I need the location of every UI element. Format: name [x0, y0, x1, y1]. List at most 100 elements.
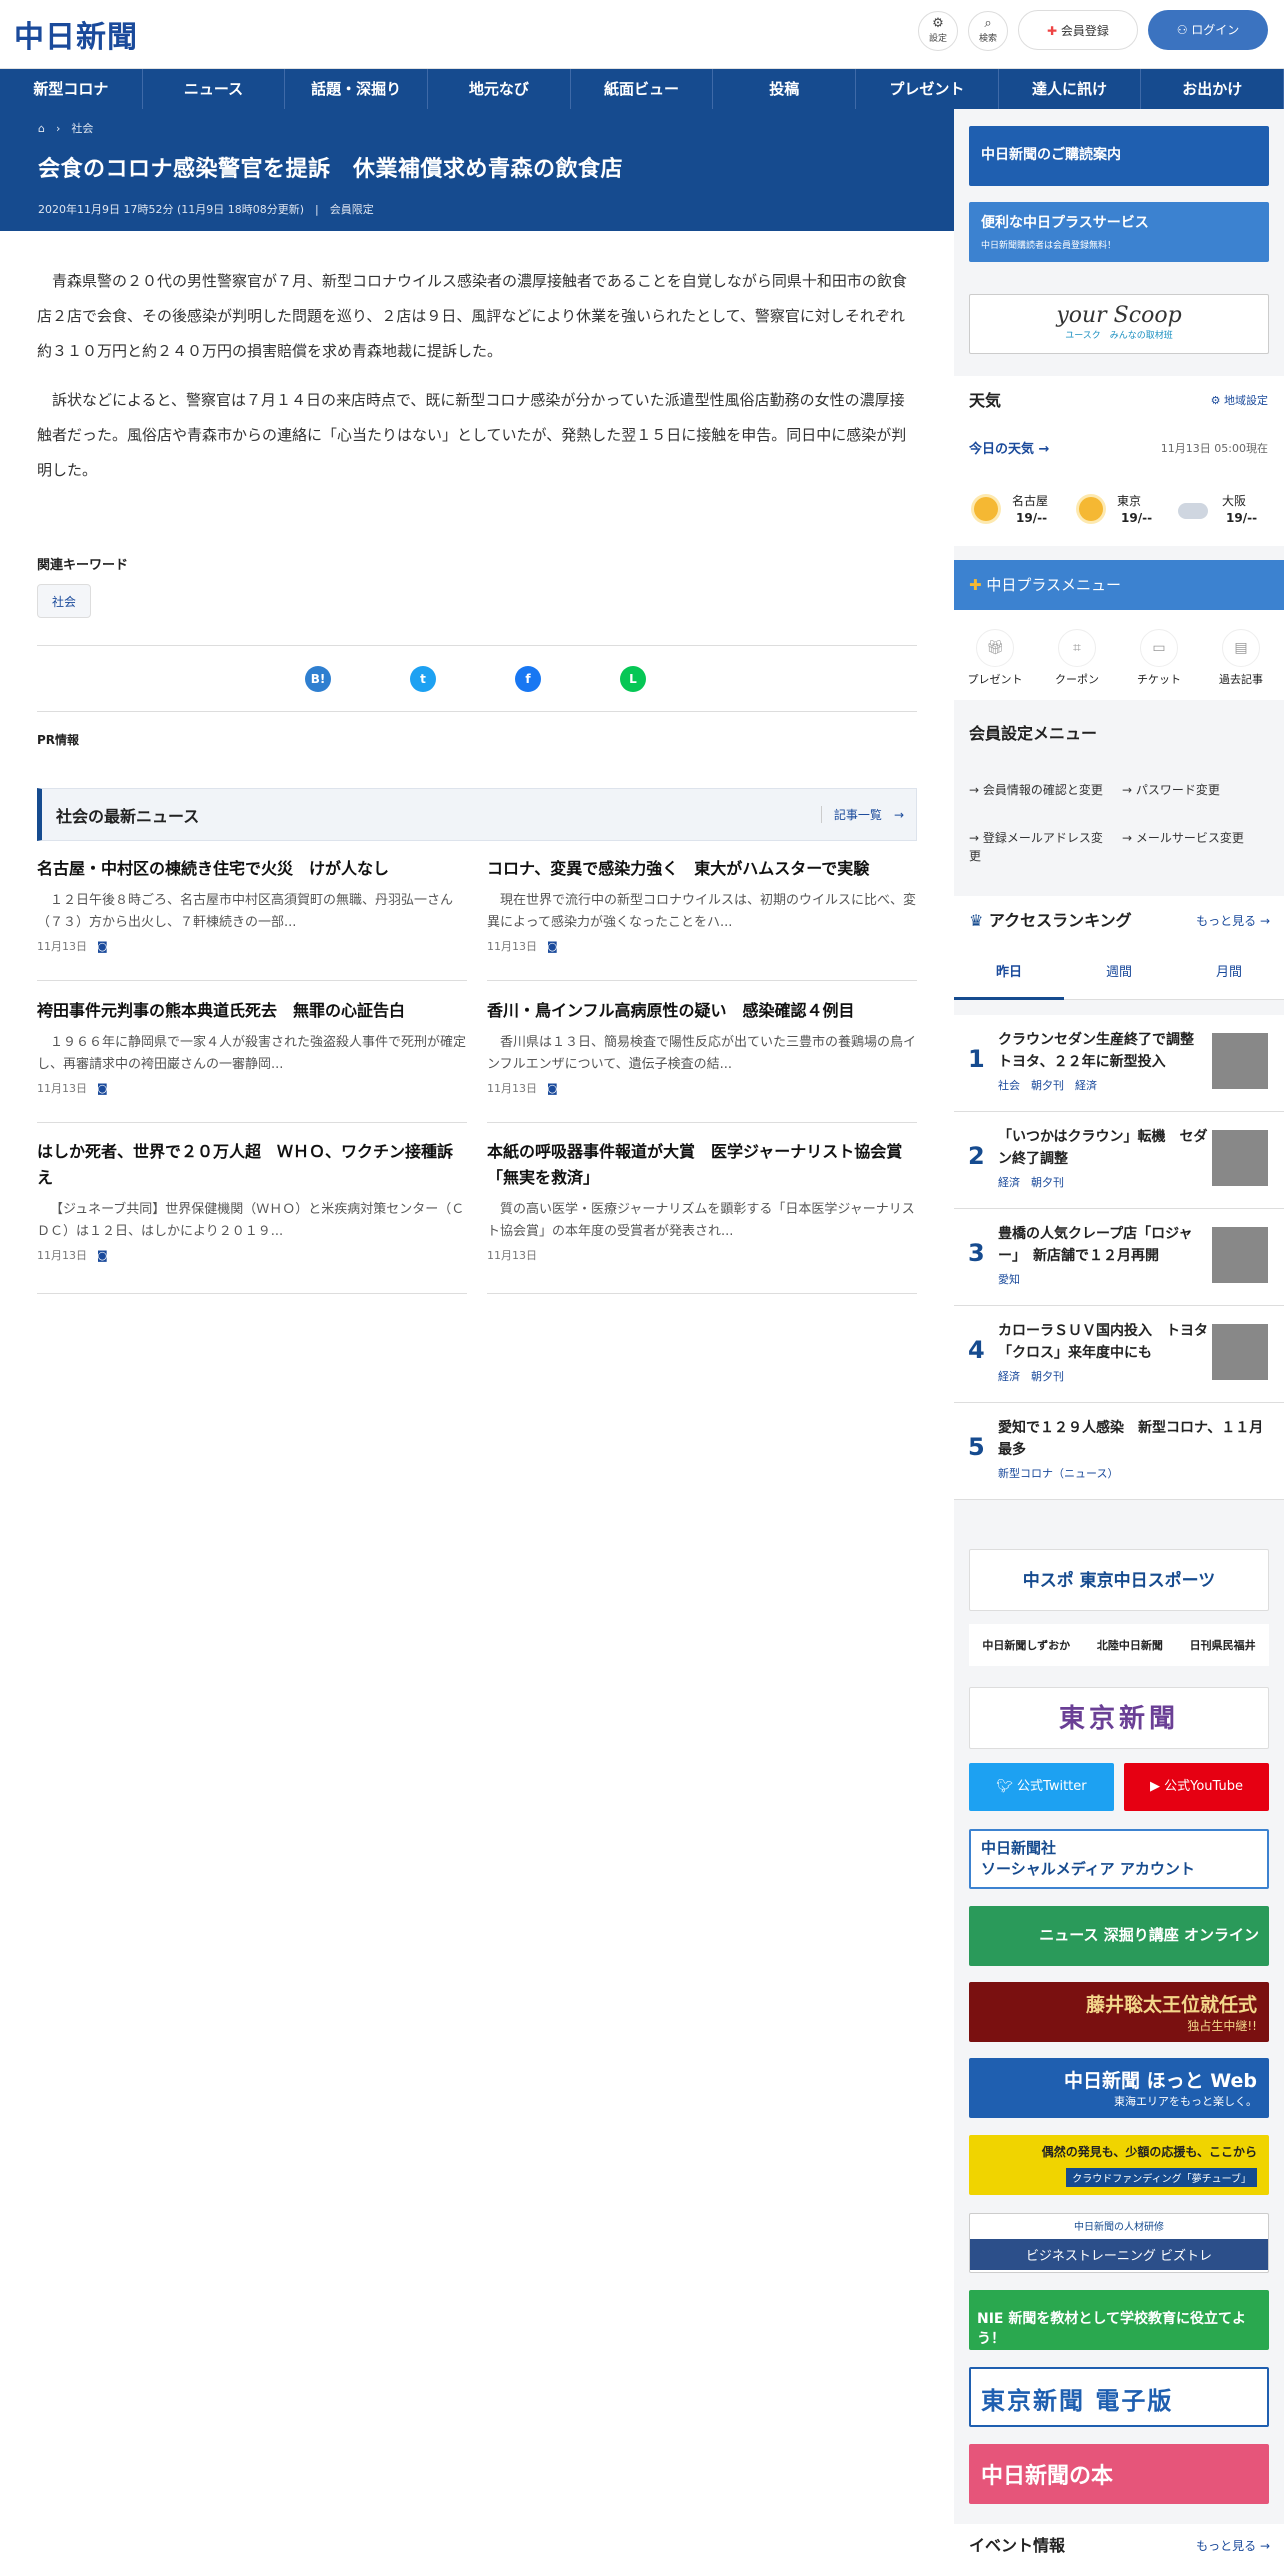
ranking-tab[interactable]: 月間	[1174, 946, 1284, 1000]
news-card[interactable]: コロナ、変異で感染力強く 東大がハムスターで実験現在世界で流行中の新型コロナウイ…	[487, 856, 917, 981]
twitter-button[interactable]: 🐦︎ 公式Twitter	[969, 1763, 1114, 1811]
plus-menu-item[interactable]: 🎁︎ プレゼント	[954, 629, 1036, 687]
plus-menu-item[interactable]: ▤ 過去記事	[1200, 629, 1282, 687]
news-title[interactable]: コロナ、変異で感染力強く 東大がハムスターで実験	[487, 856, 917, 882]
news-summary: 現在世界で流行中の新型コロナウイルスは、初期のウイルスに比べ、変異によって感染力…	[487, 893, 917, 930]
member-link[interactable]: → 会員情報の確認と変更	[969, 781, 1109, 799]
site-logo[interactable]: 中日新聞	[14, 12, 138, 56]
ranking-title[interactable]: 「いつかはクラウン」転機 セダン終了調整	[998, 1126, 1208, 1170]
plus-menu-item[interactable]: ▭ チケット	[1118, 629, 1200, 687]
member-link[interactable]: → メールサービス変更	[1122, 829, 1272, 847]
news-card[interactable]: 袴田事件元判事の熊本典道氏死去 無罪の心証告白 １９６６年に静岡県で一家４人が殺害…	[37, 998, 467, 1123]
weather-item[interactable]: 大阪 19/--	[1176, 489, 1272, 529]
fujii-banner[interactable]: 藤井聡太王位就任式 独占生中継!!	[969, 1982, 1269, 2042]
sister-paper-link[interactable]: 北陸中日新聞	[1097, 1637, 1163, 1653]
news-date: 11月13日	[37, 1082, 87, 1095]
plus-menu-label: チケット	[1137, 673, 1181, 686]
ranking-title[interactable]: カローラＳＵＶ国内投入 トヨタ「クロス」来年度中にも	[998, 1320, 1208, 1364]
nie-banner[interactable]: NIE 新聞を教材として学校教育に役立てよう！	[969, 2290, 1269, 2350]
news-title[interactable]: はしか死者、世界で２０万人超 ＷＨＯ、ワクチン接種訴え	[37, 1139, 467, 1191]
ranking-thumbnail[interactable]	[1212, 1324, 1268, 1380]
plus-menu-item[interactable]: ⌗ クーポン	[1036, 629, 1118, 687]
ranking-thumbnail[interactable]	[1212, 1227, 1268, 1283]
news-date: 11月13日	[37, 1249, 87, 1262]
member-link[interactable]: → 登録メールアドレス変更	[969, 829, 1109, 865]
news-card[interactable]: 香川・鳥インフル高病原性の疑い 感染確認４例目 香川県は１３日、簡易検査で陽性反応…	[487, 998, 917, 1123]
sister-paper-link[interactable]: 日刊県民福井	[1190, 1637, 1256, 1653]
sun-icon	[1079, 497, 1103, 521]
ranking-title[interactable]: 豊橋の人気クレープ店「ロジャー」 新店舗で１２月再開	[998, 1223, 1208, 1267]
fukabori-banner[interactable]: ニュース 深掘り講座 オンライン	[969, 1906, 1269, 1966]
hotto-banner[interactable]: 中日新聞 ほっと Web 東海エリアをもっと楽しく。	[969, 2058, 1269, 2118]
gear-icon: ⚙	[932, 16, 944, 31]
keyword-tag[interactable]: 社会	[37, 584, 92, 618]
youtube-button[interactable]: ▶ 公式YouTube	[1124, 1763, 1269, 1811]
nav-item[interactable]: 達人に訊け	[999, 69, 1142, 109]
home-icon[interactable]: ⌂	[38, 122, 45, 135]
nav-item[interactable]: 投稿	[713, 69, 857, 109]
ranking-tab[interactable]: 週間	[1064, 946, 1174, 1000]
weather-item[interactable]: 東京 19/--	[1071, 489, 1167, 529]
plus-service-banner[interactable]: 便利な中日プラスサービス 中日新聞購読者は会員登録無料！	[969, 202, 1269, 262]
ranking-item[interactable]: 4 カローラＳＵＶ国内投入 トヨタ「クロス」来年度中にも 経済 朝夕刊	[954, 1306, 1284, 1403]
ranking-thumbnail[interactable]	[1212, 1033, 1268, 1089]
nav-item[interactable]: 話題・深掘り	[285, 69, 429, 109]
member-link-label: 会員情報の確認と変更	[982, 783, 1103, 797]
ranking-item[interactable]: 5 愛知で１２９人感染 新型コロナ、１１月最多 新型コロナ（ニュース）	[954, 1403, 1284, 1500]
ranking-tab[interactable]: 昨日	[954, 946, 1064, 1000]
nav-item[interactable]: 紙面ビュー	[571, 69, 714, 109]
news-card[interactable]: 名古屋・中村区の棟続き住宅で火災 けが人なし １２日午後８時ごろ、名古屋市中村区高…	[37, 856, 467, 981]
ranking-item[interactable]: 1 クラウンセダン生産終了で調整 トヨタ、２２年に新型投入 社会 朝夕刊 経済	[954, 1015, 1284, 1112]
article-title: 会食のコロナ感染警官を提訴 休業補償求め青森の飲食店	[38, 157, 624, 182]
arrow-right-icon: →	[969, 831, 983, 845]
article-body: 青森県警の２０代の男性警察官が７月、新型コロナウイルス感染者の濃厚接触者であるこ…	[37, 264, 917, 502]
your-scoop-banner[interactable]: your Scoop ユースク みんなの取材班	[969, 294, 1269, 354]
tokyo-e-banner[interactable]: 東京新聞 電子版	[969, 2367, 1269, 2427]
ranking-number: 2	[968, 1142, 985, 1170]
member-link[interactable]: → パスワード変更	[1122, 781, 1272, 799]
article-list-link[interactable]: 記事一覧 →	[820, 806, 904, 823]
settings-button[interactable]: ⚙ 設定	[918, 11, 958, 51]
line-icon[interactable]: L	[620, 666, 646, 692]
login-button[interactable]: ⚇ ログイン	[1148, 10, 1268, 50]
news-title[interactable]: 本紙の呼吸器事件報道が大賞 医学ジャーナリスト協会賞「無実を救済」	[487, 1139, 917, 1191]
crowdfunding-banner[interactable]: 偶然の発見も、少額の応援も、ここから クラウドファンディング「夢チューブ」	[969, 2135, 1269, 2195]
news-summary: １２日午後８時ごろ、名古屋市中村区高須賀町の無職、丹羽弘一さん（７３）方から出火…	[37, 893, 454, 930]
news-title[interactable]: 香川・鳥インフル高病原性の疑い 感染確認４例目	[487, 998, 917, 1024]
social-media-banner[interactable]: 中日新聞社 ソーシャルメディア アカウント	[969, 1829, 1269, 1889]
news-card[interactable]: 本紙の呼吸器事件報道が大賞 医学ジャーナリスト協会賞「無実を救済」 質の高い医学・…	[487, 1139, 917, 1294]
event-more-link[interactable]: もっと見る →	[1196, 2524, 1270, 2568]
news-title[interactable]: 袴田事件元判事の熊本典道氏死去 無罪の心証告白	[37, 998, 467, 1024]
search-button[interactable]: ⌕ 検索	[968, 11, 1008, 51]
register-button[interactable]: ✚ 会員登録	[1018, 10, 1138, 50]
breadcrumb-section[interactable]: 社会	[71, 122, 93, 135]
event-heading: イベント情報 もっと見る →	[954, 2524, 1284, 2568]
hatena-icon[interactable]: B!	[305, 666, 331, 692]
coupon-icon: ⌗	[1058, 629, 1096, 667]
news-card[interactable]: はしか死者、世界で２０万人超 ＷＨＯ、ワクチン接種訴え 【ジュネーブ共同】世界保健…	[37, 1139, 467, 1294]
nav-item[interactable]: 新型コロナ	[0, 69, 143, 109]
ranking-more-link[interactable]: もっと見る →	[1196, 896, 1270, 946]
sister-paper-link[interactable]: 中日新聞しずおか	[982, 1637, 1070, 1653]
biztore-banner[interactable]: 中日新聞の人材研修 ビジネストレーニング ビズトレ	[969, 2213, 1269, 2273]
nav-item[interactable]: プレゼント	[856, 69, 999, 109]
nav-item[interactable]: お出かけ	[1141, 69, 1284, 109]
ranking-thumbnail[interactable]	[1212, 1130, 1268, 1186]
today-weather-link[interactable]: 今日の天気 →	[969, 438, 1049, 457]
ranking-categories: 新型コロナ（ニュース）	[998, 1467, 1119, 1480]
tokyo-shimbun-banner[interactable]: 東京新聞	[969, 1687, 1269, 1749]
chuspo-banner[interactable]: 中スポ 東京中日スポーツ	[969, 1549, 1269, 1611]
nav-item[interactable]: 地元なび	[428, 69, 571, 109]
nav-item[interactable]: ニュース	[143, 69, 286, 109]
news-title[interactable]: 名古屋・中村区の棟続き住宅で火災 けが人なし	[37, 856, 467, 882]
facebook-icon[interactable]: f	[515, 666, 541, 692]
subscribe-banner[interactable]: 中日新聞のご購読案内	[969, 126, 1269, 186]
region-setting-link[interactable]: ⚙ 地域設定	[1211, 376, 1268, 426]
chunichi-book-banner[interactable]: 中日新聞の本	[969, 2444, 1269, 2504]
ranking-title[interactable]: クラウンセダン生産終了で調整 トヨタ、２２年に新型投入	[998, 1029, 1208, 1073]
weather-item[interactable]: 名古屋 19/--	[966, 489, 1062, 529]
ranking-item[interactable]: 2 「いつかはクラウン」転機 セダン終了調整 経済 朝夕刊	[954, 1112, 1284, 1209]
ranking-item[interactable]: 3 豊橋の人気クレープ店「ロジャー」 新店舗で１２月再開 愛知	[954, 1209, 1284, 1306]
twitter-icon[interactable]: t	[410, 666, 436, 692]
ranking-title[interactable]: 愛知で１２９人感染 新型コロナ、１１月最多	[998, 1417, 1268, 1461]
